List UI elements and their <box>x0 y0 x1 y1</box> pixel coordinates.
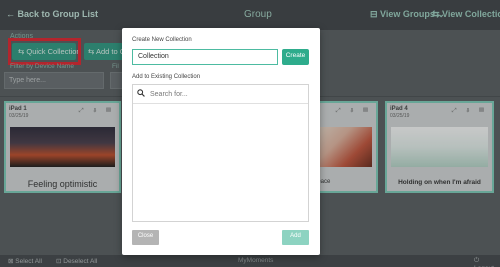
search-icon <box>137 89 145 97</box>
search-placeholder: Search for... <box>150 91 188 98</box>
add-button[interactable]: Add <box>282 230 309 245</box>
collection-search[interactable]: Search for... <box>137 89 188 101</box>
collection-modal: Create New Collection Collection Create … <box>122 28 320 255</box>
collection-name-input[interactable]: Collection <box>132 49 278 65</box>
collection-list[interactable]: Search for... <box>132 84 309 222</box>
create-collection-label: Create New Collection <box>132 37 192 43</box>
search-divider <box>133 103 308 104</box>
create-button[interactable]: Create <box>282 49 309 65</box>
close-button[interactable]: Close <box>132 230 159 245</box>
existing-collection-label: Add to Existing Collection <box>132 74 201 80</box>
